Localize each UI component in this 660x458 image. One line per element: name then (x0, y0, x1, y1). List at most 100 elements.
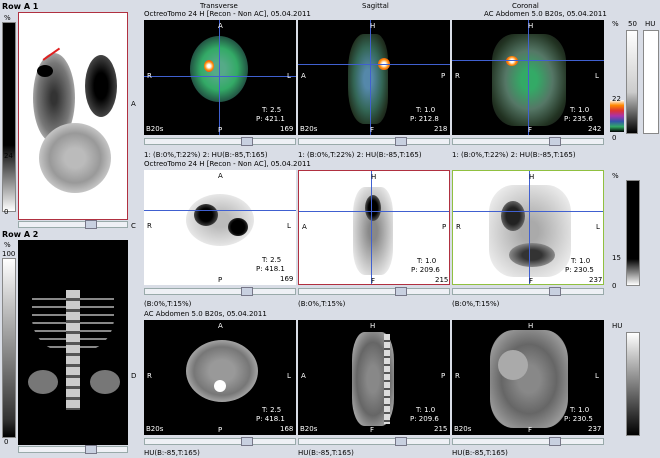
row-a1-slider-thumb[interactable] (85, 220, 97, 229)
row-a1-label: Row A 1 (2, 2, 39, 11)
panel1-footer-coronal: 1: (B:0%,T:22%) 2: HU(B:-85,T:165) (452, 151, 576, 159)
slider-thumb[interactable] (395, 437, 407, 446)
orient-bottom: F (528, 126, 533, 134)
panel1-scale-mid: 22 (612, 95, 621, 103)
panel3-coronal-slider[interactable] (452, 437, 604, 446)
position-readout: P: 230.5 (564, 415, 593, 423)
panel3-sagittal-slider[interactable] (298, 437, 450, 446)
orient-bottom: F (529, 277, 534, 285)
panel1-transverse-slider[interactable] (144, 137, 296, 146)
panel3-transverse-viewer[interactable]: A R L P T: 2.5 P: 418.1 168 B20s (144, 320, 296, 435)
panel3-sagittal-viewer[interactable]: H A P F T: 1.0 P: 209.6 215 B20s (298, 320, 450, 435)
thickness-readout: T: 2.5 (262, 406, 282, 414)
row-a1-right-letter: A (131, 100, 136, 108)
ct-body-transverse (186, 340, 258, 402)
fused-body-coronal (492, 34, 566, 126)
crosshair-horizontal (299, 211, 449, 212)
panel2-transverse-slider[interactable] (144, 287, 296, 296)
slider-thumb[interactable] (395, 137, 407, 146)
panel2-title: OctreoTomo 24 H [Recon - Non AC], 05.04.… (144, 160, 311, 168)
nm-hotspot-sagittal (365, 195, 381, 221)
kernel-tag: B20s (146, 125, 164, 133)
panel3-transverse-slider[interactable] (144, 437, 296, 446)
position-readout: P: 230.5 (565, 266, 594, 274)
slice-index: 218 (434, 125, 448, 133)
mip-hotspot-blob (37, 65, 53, 77)
row-a2-scale-top: 100 (2, 250, 16, 258)
panel1-sagittal-slider[interactable] (298, 137, 450, 146)
orient-bottom: F (370, 126, 375, 134)
panel1-scale-bar (626, 30, 638, 134)
panel1-right-title: AC Abdomen 5.0 B20s, 05.04.2011 (484, 10, 607, 18)
slider-thumb[interactable] (549, 437, 561, 446)
mip-lower-blob (39, 123, 111, 193)
orient-left: A (301, 72, 306, 80)
orient-left: R (147, 222, 152, 230)
orient-left: R (147, 72, 152, 80)
crosshair-vertical (219, 20, 220, 135)
panel2-coronal-slider[interactable] (452, 287, 604, 296)
slider-thumb[interactable] (241, 137, 253, 146)
panel2-sagittal-viewer[interactable]: H A P F T: 1.0 P: 209.6 215 (298, 170, 450, 285)
ct-pelvis-left (28, 370, 58, 394)
crosshair-horizontal (144, 76, 296, 77)
orient-left: A (301, 372, 306, 380)
crosshair-vertical (371, 171, 372, 284)
orient-left: R (147, 372, 152, 380)
panel2-footer-sagittal: (B:0%,T:15%) (298, 300, 346, 308)
ct-body-coronal (490, 330, 568, 428)
orient-top: A (218, 22, 223, 30)
row-a2-slider-thumb[interactable] (85, 445, 97, 454)
kernel-tag: B20s (146, 425, 164, 433)
panel2-footer-transverse: (B:0%,T:15%) (144, 300, 192, 308)
orient-right: P (441, 72, 446, 80)
slice-index: 215 (435, 276, 449, 284)
orient-top: H (370, 22, 376, 30)
crosshair-vertical (529, 171, 530, 284)
panel2-transverse-viewer[interactable]: A R L P T: 2.5 P: 418.1 169 (144, 170, 296, 285)
slider-thumb[interactable] (395, 287, 407, 296)
panel3-coronal-viewer[interactable]: H R L F T: 1.0 P: 230.5 237 B20s (452, 320, 604, 435)
slider-thumb[interactable] (549, 137, 561, 146)
nm-liver-coronal (501, 201, 525, 231)
slider-thumb[interactable] (241, 287, 253, 296)
panel1-scale-hu: HU (645, 20, 656, 28)
ct-ribs-left (32, 292, 66, 352)
orient-right: L (596, 223, 600, 231)
panel1-color-scale (610, 100, 624, 132)
slice-index: 168 (280, 425, 294, 433)
thickness-readout: T: 1.0 (417, 257, 437, 265)
slice-index: 237 (589, 276, 603, 284)
nm-liver-transverse (194, 204, 218, 226)
orient-left: A (302, 223, 307, 231)
slider-thumb[interactable] (241, 437, 253, 446)
orient-top: H (370, 322, 376, 330)
panel1-coronal-viewer[interactable]: H R L F T: 1.0 P: 235.6 242 (452, 20, 604, 135)
panel2-sagittal-slider[interactable] (298, 287, 450, 296)
fused-hotspot-coronal (506, 56, 518, 66)
orient-left: R (456, 223, 461, 231)
panel2-scale-pct: % (612, 172, 619, 180)
panel1-coronal-slider[interactable] (452, 137, 604, 146)
kernel-tag: B20s (300, 425, 318, 433)
orient-left: R (455, 372, 460, 380)
panel3-scale-bar (626, 332, 640, 436)
position-readout: P: 209.6 (411, 266, 440, 274)
slice-index: 242 (588, 125, 602, 133)
row-a2-ct-viewer[interactable] (18, 240, 128, 445)
panel1-sagittal-viewer[interactable]: H A P F T: 1.0 P: 212.8 218 B20s (298, 20, 450, 135)
slider-thumb[interactable] (549, 287, 561, 296)
position-readout: P: 421.1 (256, 115, 285, 123)
row-a2-slider[interactable] (18, 445, 128, 454)
panel1-transverse-viewer[interactable]: A R L P T: 2.5 P: 421.1 169 B20s (144, 20, 296, 135)
orient-right: L (287, 372, 291, 380)
position-readout: P: 418.1 (256, 415, 285, 423)
column-header-sagittal: Sagittal (362, 2, 389, 10)
panel2-coronal-viewer[interactable]: H R L F T: 1.0 P: 230.5 237 (452, 170, 604, 285)
slice-index: 169 (280, 275, 294, 283)
row-a1-mip-viewer[interactable] (18, 12, 128, 220)
column-header-transverse: Transverse (200, 2, 238, 10)
row-a1-slider[interactable] (18, 220, 128, 229)
crosshair-vertical (370, 20, 371, 135)
slice-index: 215 (434, 425, 448, 433)
